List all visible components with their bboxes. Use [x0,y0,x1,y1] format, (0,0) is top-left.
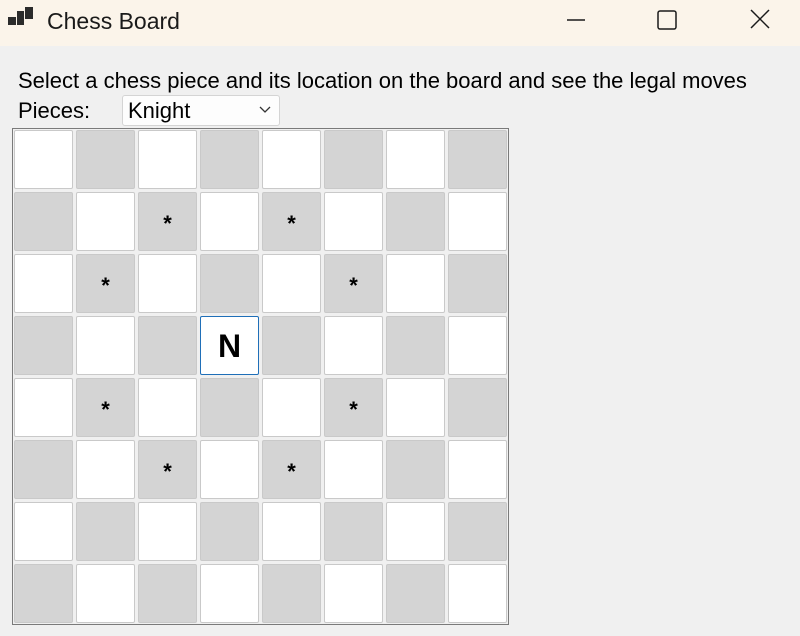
board-square[interactable] [200,378,259,437]
pieces-label: Pieces: [18,98,91,123]
board-square[interactable] [324,564,383,623]
board-square-selected[interactable]: N [200,316,259,375]
legal-move-marker: * [163,458,172,484]
board-square[interactable] [76,564,135,623]
instruction-text: Select a chess piece and its location on… [18,68,747,93]
title-bar: Chess Board [0,0,800,46]
board-square[interactable] [14,564,73,623]
board-square[interactable] [386,130,445,189]
board-square[interactable] [448,316,507,375]
board-square[interactable] [14,316,73,375]
board-square[interactable] [324,502,383,561]
board-square[interactable] [138,378,197,437]
board-square[interactable] [200,254,259,313]
minimize-button[interactable] [556,4,596,36]
board-square[interactable] [262,316,321,375]
board-square[interactable] [262,564,321,623]
board-square[interactable] [386,440,445,499]
board-square[interactable] [76,316,135,375]
board-square[interactable] [76,440,135,499]
board-square[interactable] [14,130,73,189]
board-square[interactable] [386,378,445,437]
board-square[interactable] [14,378,73,437]
board-square[interactable] [200,130,259,189]
board-square[interactable] [76,130,135,189]
knight-piece: N [217,327,242,364]
board-square[interactable] [448,192,507,251]
board-square[interactable] [14,254,73,313]
board-square[interactable] [76,502,135,561]
board-square[interactable] [138,254,197,313]
window-title: Chess Board [47,8,180,34]
board-square[interactable] [324,316,383,375]
board-square[interactable] [262,254,321,313]
board-square[interactable] [324,440,383,499]
close-icon [750,9,770,29]
board-square[interactable] [386,316,445,375]
board-square[interactable] [448,502,507,561]
board-square[interactable] [386,564,445,623]
minimize-icon [567,19,585,21]
board-square[interactable] [448,440,507,499]
board-square[interactable] [138,130,197,189]
board-square[interactable]: * [262,192,321,251]
board-square[interactable] [14,502,73,561]
board-square[interactable] [448,564,507,623]
board-square[interactable] [14,440,73,499]
board-square[interactable] [324,130,383,189]
board-square[interactable]: * [76,378,135,437]
legal-move-marker: * [101,396,110,422]
board-square[interactable] [200,564,259,623]
legal-move-marker: * [349,396,358,422]
legal-move-marker: * [349,272,358,298]
board-square[interactable]: * [324,254,383,313]
maximize-button[interactable] [647,4,687,36]
board-square[interactable] [386,254,445,313]
board-square[interactable]: * [324,378,383,437]
board-square[interactable] [138,502,197,561]
board-square[interactable]: * [262,440,321,499]
board-square[interactable] [138,316,197,375]
legal-move-marker: * [101,272,110,298]
board-square[interactable] [386,502,445,561]
app-window-icon [8,7,34,29]
board-square[interactable] [448,254,507,313]
board-square[interactable] [200,192,259,251]
board-square[interactable] [448,378,507,437]
board-square[interactable] [200,440,259,499]
legal-move-marker: * [287,458,296,484]
pieces-dropdown-value: Knight [128,98,191,123]
board-square[interactable] [138,564,197,623]
close-button[interactable] [740,4,780,36]
board-square[interactable] [262,130,321,189]
board-square[interactable] [76,192,135,251]
board-square[interactable] [448,130,507,189]
board-square[interactable] [262,378,321,437]
board-square[interactable]: * [138,440,197,499]
board-square[interactable] [262,502,321,561]
legal-move-marker: * [287,210,296,236]
chess-board: * * * * N * * * * [12,128,509,625]
board-square[interactable] [324,192,383,251]
board-square[interactable] [386,192,445,251]
board-square[interactable] [200,502,259,561]
board-square[interactable]: * [138,192,197,251]
legal-move-marker: * [163,210,172,236]
board-square[interactable] [14,192,73,251]
board-square[interactable]: * [76,254,135,313]
maximize-icon [657,10,677,30]
pieces-dropdown[interactable]: Knight [122,95,280,126]
chevron-down-icon [259,106,271,113]
